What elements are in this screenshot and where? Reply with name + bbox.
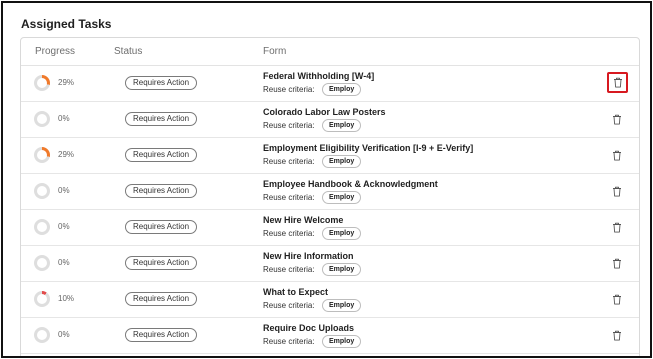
reuse-criteria-label: Reuse criteria: [263, 193, 315, 202]
delete-button[interactable] [608, 218, 626, 236]
reuse-criteria-chip[interactable]: Employ [322, 263, 362, 276]
table-row[interactable]: 0% Requires Action Employee Handbook & A… [21, 174, 639, 210]
trash-icon [613, 294, 621, 305]
progress-ring [34, 147, 50, 163]
delete-button[interactable] [608, 146, 626, 164]
reuse-criteria-label: Reuse criteria: [263, 301, 315, 310]
trash-icon [613, 330, 621, 341]
reuse-criteria-label: Reuse criteria: [263, 121, 315, 130]
progress-percent: 29% [58, 150, 75, 159]
form-title[interactable]: New Hire Information [263, 251, 354, 261]
status-badge[interactable]: Requires Action [125, 220, 198, 234]
progress-ring [34, 111, 50, 127]
form-title[interactable]: What to Expect [263, 287, 328, 297]
table-row[interactable]: 0% Requires Action New Hire Welcome Reus… [21, 210, 639, 246]
delete-button[interactable] [608, 290, 626, 308]
table-row[interactable]: 0% Requires Action Colorado Labor Law Po… [21, 102, 639, 138]
reuse-criteria-chip[interactable]: Employ [322, 119, 362, 132]
progress-percent: 0% [58, 186, 70, 195]
column-status: Status [114, 46, 143, 57]
trash-icon [613, 186, 621, 197]
progress-percent: 0% [58, 114, 70, 123]
delete-button[interactable] [608, 110, 626, 128]
table-header: Progress Status Form [21, 38, 639, 66]
status-badge[interactable]: Requires Action [125, 292, 198, 306]
progress-percent: 0% [58, 222, 70, 231]
form-title[interactable]: Require Doc Uploads [263, 323, 354, 333]
reuse-criteria-label: Reuse criteria: [263, 85, 315, 94]
progress-percent: 0% [58, 330, 70, 339]
form-title[interactable]: Employee Handbook & Acknowledgment [263, 179, 438, 189]
delete-button[interactable] [608, 182, 626, 200]
column-form: Form [263, 46, 287, 57]
reuse-criteria-label: Reuse criteria: [263, 265, 315, 274]
progress-ring [34, 327, 50, 343]
status-badge[interactable]: Requires Action [125, 328, 198, 342]
table-row[interactable]: 0% Requires Action Require Doc Uploads R… [21, 318, 639, 354]
assigned-tasks-panel: Assigned Tasks Progress Status Form 29% … [1, 1, 652, 358]
reuse-criteria-chip[interactable]: Employ [322, 227, 362, 240]
status-badge[interactable]: Requires Action [125, 112, 198, 126]
delete-button[interactable] [608, 254, 626, 272]
table-row[interactable]: 29% Requires Action Employment Eligibili… [21, 138, 639, 174]
reuse-criteria-chip[interactable]: Employ [322, 335, 362, 348]
status-badge[interactable]: Requires Action [125, 256, 198, 270]
status-badge[interactable]: Requires Action [125, 184, 198, 198]
progress-ring [34, 291, 50, 307]
progress-percent: 10% [58, 294, 75, 303]
trash-icon [613, 114, 621, 125]
reuse-criteria-label: Reuse criteria: [263, 337, 315, 346]
column-progress: Progress [35, 46, 76, 57]
progress-ring [34, 75, 50, 91]
progress-ring [34, 219, 50, 235]
trash-icon [613, 222, 621, 233]
status-badge[interactable]: Requires Action [125, 76, 198, 90]
progress-ring [34, 255, 50, 271]
table-row[interactable]: 0% Requires Action New Hire Information … [21, 246, 639, 282]
form-title[interactable]: Colorado Labor Law Posters [263, 107, 386, 117]
reuse-criteria-chip[interactable]: Employ [322, 83, 362, 96]
trash-icon [613, 77, 622, 88]
progress-percent: 0% [58, 258, 70, 267]
table-row[interactable]: 29% Requires Action Federal Withholding … [21, 66, 639, 102]
delete-button[interactable] [608, 326, 626, 344]
progress-ring [34, 183, 50, 199]
progress-percent: 29% [58, 78, 75, 87]
reuse-criteria-chip[interactable]: Employ [322, 191, 362, 204]
status-badge[interactable]: Requires Action [125, 148, 198, 162]
reuse-criteria-chip[interactable]: Employ [322, 155, 362, 168]
trash-icon [613, 150, 621, 161]
delete-button[interactable] [607, 72, 628, 93]
form-title[interactable]: New Hire Welcome [263, 215, 343, 225]
form-title[interactable]: Federal Withholding [W-4] [263, 71, 374, 81]
table-row[interactable]: 10% Requires Action What to Expect Reuse… [21, 282, 639, 318]
section-title: Assigned Tasks [21, 17, 112, 31]
reuse-criteria-label: Reuse criteria: [263, 157, 315, 166]
tasks-table: Progress Status Form 29% Requires Action… [20, 37, 640, 356]
reuse-criteria-label: Reuse criteria: [263, 229, 315, 238]
reuse-criteria-chip[interactable]: Employ [322, 299, 362, 312]
form-title[interactable]: Employment Eligibility Verification [I-9… [263, 143, 473, 153]
trash-icon [613, 258, 621, 269]
